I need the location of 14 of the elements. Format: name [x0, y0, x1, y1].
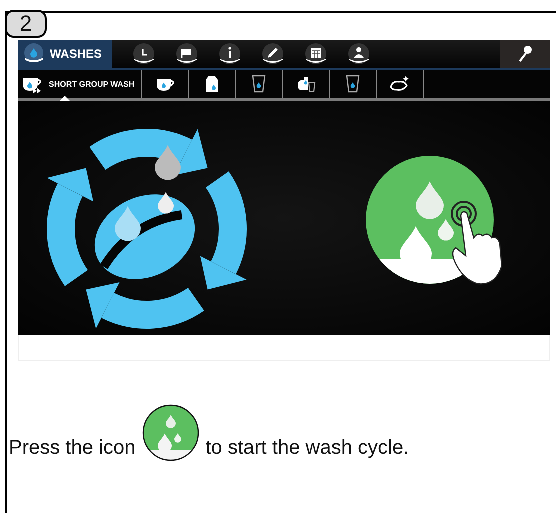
flag-icon[interactable] [176, 43, 198, 65]
person-icon[interactable] [348, 43, 370, 65]
key-icon[interactable] [517, 45, 533, 63]
washes-tab[interactable]: WASHES [18, 40, 112, 68]
step-number: 2 [5, 10, 47, 38]
wash-icon [142, 404, 200, 462]
calendar-icon[interactable] [305, 43, 328, 65]
info-icon[interactable] [219, 43, 242, 65]
clock-icon[interactable] [133, 43, 156, 65]
pencil-icon[interactable] [262, 43, 284, 65]
instruction-text: to start the wash cycle. [206, 437, 410, 461]
instruction-text: Press the icon [9, 437, 136, 461]
drop-icon [24, 43, 44, 65]
short-group-wash-tab[interactable]: SHORT GROUP WASH [18, 70, 142, 98]
